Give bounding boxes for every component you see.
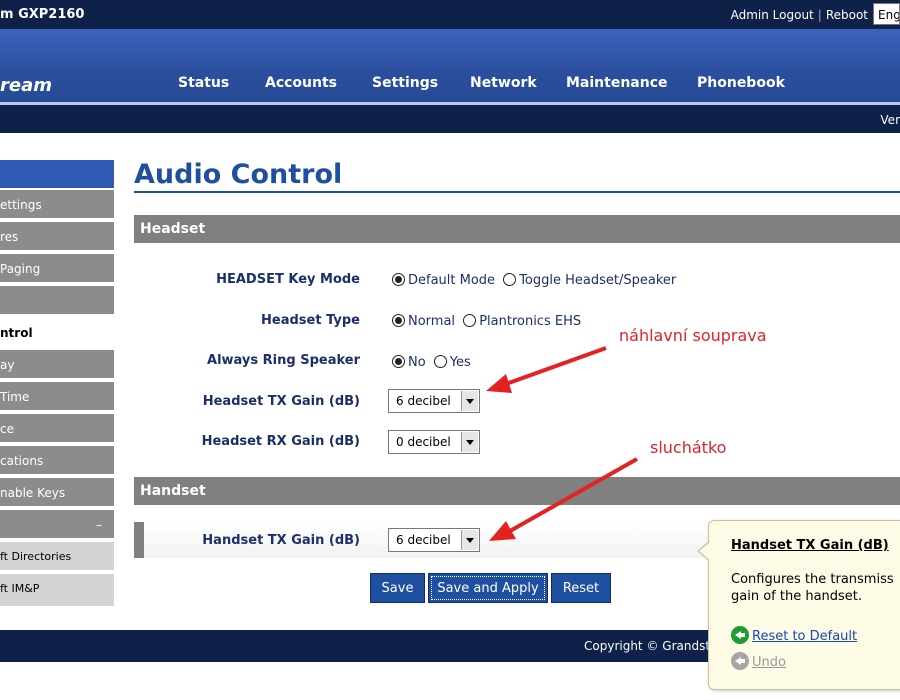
chevron-down-icon[interactable] [461,432,478,452]
admin-logout-link[interactable]: Admin Logout [731,8,814,22]
undo-icon[interactable] [731,652,749,670]
sidebar-header [0,160,114,188]
headset-rx-gain-label: Headset RX Gain (dB) [201,434,360,449]
headset-tx-gain-value: 6 decibel [396,394,451,408]
headset-tx-gain-label: Headset TX Gain (dB) [202,394,360,409]
save-button[interactable]: Save [370,573,425,603]
row-highlight-bar [134,522,144,558]
sidebar-item-collapsible[interactable]: – [0,510,114,540]
handset-tx-gain-label: Handset TX Gain (dB) [202,533,360,548]
reset-to-default-link[interactable]: Reset to Default [731,626,857,644]
tooltip-description: Configures the transmiss gain of the han… [731,571,900,605]
reset-button[interactable]: Reset [551,573,611,603]
copyright-text: Copyright © Grandstr [584,639,715,653]
top-bar: m GXP2160 Admin Logout | Reboot Eng [0,0,900,29]
collapse-toggle-icon[interactable]: – [96,510,102,538]
radio-plantronics-ehs-label: Plantronics EHS [479,314,582,329]
radio-no[interactable]: No [392,355,426,370]
annotation-headset: náhlavní souprava [619,326,767,345]
headset-type-radios: Normal Plantronics EHS [392,314,585,329]
sidebar-item-im-p[interactable]: ft IM&P [0,574,114,608]
radio-selected-icon[interactable] [392,273,405,286]
undo-link[interactable]: Undo [731,652,786,670]
page-title: Audio Control [134,159,343,190]
radio-yes-label: Yes [449,355,471,370]
radio-selected-icon[interactable] [392,314,405,327]
headset-rx-gain-select[interactable]: 0 decibel [388,430,480,454]
reboot-link[interactable]: Reboot [826,8,868,22]
radio-no-label: No [408,355,426,370]
sidebar-item-display[interactable]: ay [0,350,114,380]
radio-selected-icon[interactable] [392,355,405,368]
section-headset: Headset [134,215,900,243]
sidebar-item-voice[interactable]: ce [0,414,114,444]
radio-yes[interactable]: Yes [433,355,471,370]
tooltip-description-line: Configures the transmiss [731,572,894,587]
annotation-arrow-headset [486,346,607,393]
version-bar: Ver [0,105,900,133]
nav-network[interactable]: Network [470,75,537,91]
sidebar-item-blank[interactable] [0,286,114,316]
nav-maintenance[interactable]: Maintenance [566,75,668,91]
headset-tx-gain-select[interactable]: 6 decibel [388,389,480,413]
headset-rx-gain-value: 0 decibel [396,435,451,449]
headset-type-label: Headset Type [261,313,360,328]
help-tooltip: Handset TX Gain (dB) Configures the tran… [697,520,900,690]
radio-toggle-headset-speaker[interactable]: Toggle Headset/Speaker [503,273,676,288]
nav-status[interactable]: Status [178,75,229,91]
sidebar-item-general-settings[interactable]: ettings [0,190,114,220]
radio-default-mode-label: Default Mode [408,273,496,288]
radio-normal[interactable]: Normal [392,314,455,329]
radio-unselected-icon[interactable] [433,355,447,368]
nav-accounts[interactable]: Accounts [265,75,337,91]
sidebar-item-date-time[interactable]: Time [0,382,114,412]
version-text: Ver [880,113,900,127]
save-and-apply-button[interactable]: Save and Apply [428,573,548,603]
undo-label: Undo [752,655,786,670]
always-ring-speaker-radios: No Yes [392,355,475,370]
header-separator: | [817,8,822,22]
header-links: Admin Logout | Reboot [731,8,868,22]
brand-logo: ream [0,75,52,96]
chevron-down-icon[interactable] [461,391,478,411]
headset-key-mode-radios: Default Mode Toggle Headset/Speaker [392,273,680,288]
headset-key-mode-label: HEADSET Key Mode [216,272,360,287]
radio-unselected-icon[interactable] [463,314,477,327]
handset-tx-gain-value: 6 decibel [396,533,451,547]
sidebar-item-paging[interactable]: Paging [0,254,114,284]
sidebar-item-features[interactable]: res [0,222,114,252]
main-nav: ream Status Accounts Settings Network Ma… [0,29,900,102]
sidebar-item-audio-control[interactable]: ntrol [0,318,114,348]
title-underline [134,191,900,193]
sidebar-item-applications[interactable]: cations [0,446,114,476]
chevron-down-icon[interactable] [461,530,478,550]
nav-phonebook[interactable]: Phonebook [697,75,785,91]
radio-toggle-headset-speaker-label: Toggle Headset/Speaker [519,273,677,288]
tooltip-description-line: gain of the handset. [731,589,863,604]
sidebar-item-programmable-keys[interactable]: nable Keys [0,478,114,508]
radio-plantronics-ehs[interactable]: Plantronics EHS [463,314,581,329]
nav-settings[interactable]: Settings [372,75,438,91]
annotation-handset: sluchátko [650,438,727,457]
section-handset: Handset [134,477,900,505]
reset-to-default-label: Reset to Default [752,629,858,644]
sidebar-item-directories[interactable]: ft Directories [0,542,114,572]
radio-default-mode[interactable]: Default Mode [392,273,495,288]
reset-default-icon[interactable] [731,626,749,644]
tooltip-title: Handset TX Gain (dB) [731,538,889,553]
device-title: m GXP2160 [0,7,85,22]
radio-unselected-icon[interactable] [503,273,517,286]
radio-normal-label: Normal [408,314,456,329]
language-select[interactable]: Eng [873,3,900,25]
always-ring-speaker-label: Always Ring Speaker [207,353,360,368]
handset-tx-gain-select[interactable]: 6 decibel [388,528,480,552]
